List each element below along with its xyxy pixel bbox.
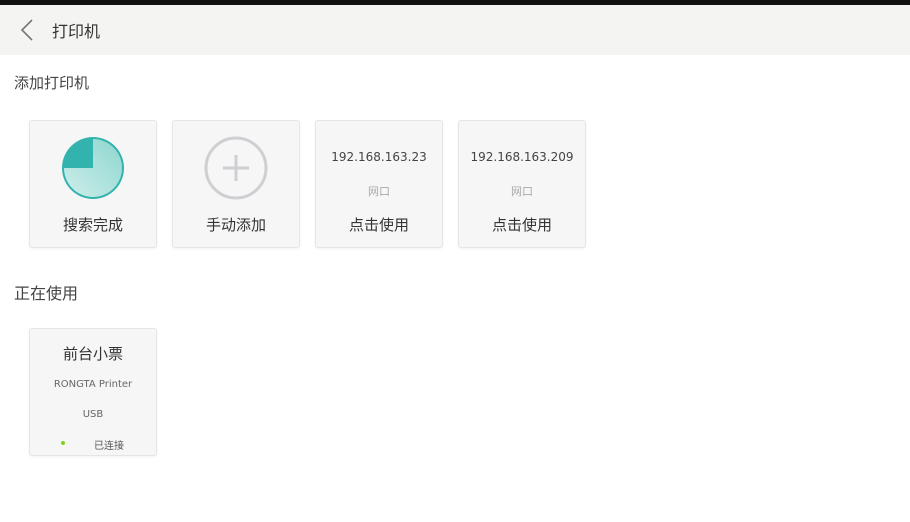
back-button[interactable] (12, 15, 42, 45)
printer-port-type: 网口 (511, 185, 533, 198)
search-complete-card[interactable]: 搜索完成 (29, 120, 157, 248)
use-printer-label: 点击使用 (491, 216, 552, 234)
chevron-left-icon (20, 19, 33, 41)
use-printer-label: 点击使用 (348, 216, 409, 234)
manual-add-label: 手动添加 (205, 216, 266, 234)
add-printer-section-title: 添加打印机 (14, 74, 90, 92)
printer-connection-type: USB (82, 409, 104, 420)
network-printer-card[interactable]: 192.168.163.23 网口 点击使用 (315, 120, 443, 248)
printer-model: RONGTA Printer (53, 379, 133, 390)
plus-circle-icon (203, 135, 269, 205)
printer-port-type: 网口 (368, 185, 390, 198)
connected-status-dot (61, 441, 65, 445)
printer-name: 前台小票 (62, 345, 123, 363)
active-printer-card[interactable]: 前台小票 RONGTA Printer USB 已连接 (29, 328, 157, 456)
in-use-section-title: 正在使用 (14, 284, 79, 303)
page-title: 打印机 (52, 22, 101, 41)
printer-ip: 192.168.163.209 (470, 150, 574, 164)
search-progress-icon (60, 135, 126, 205)
printer-ip: 192.168.163.23 (331, 150, 427, 164)
search-complete-label: 搜索完成 (62, 216, 123, 234)
app-header: 打印机 (0, 5, 910, 55)
manual-add-card[interactable]: 手动添加 (172, 120, 300, 248)
network-printer-card[interactable]: 192.168.163.209 网口 点击使用 (458, 120, 586, 248)
connection-status: 已连接 (94, 441, 124, 452)
